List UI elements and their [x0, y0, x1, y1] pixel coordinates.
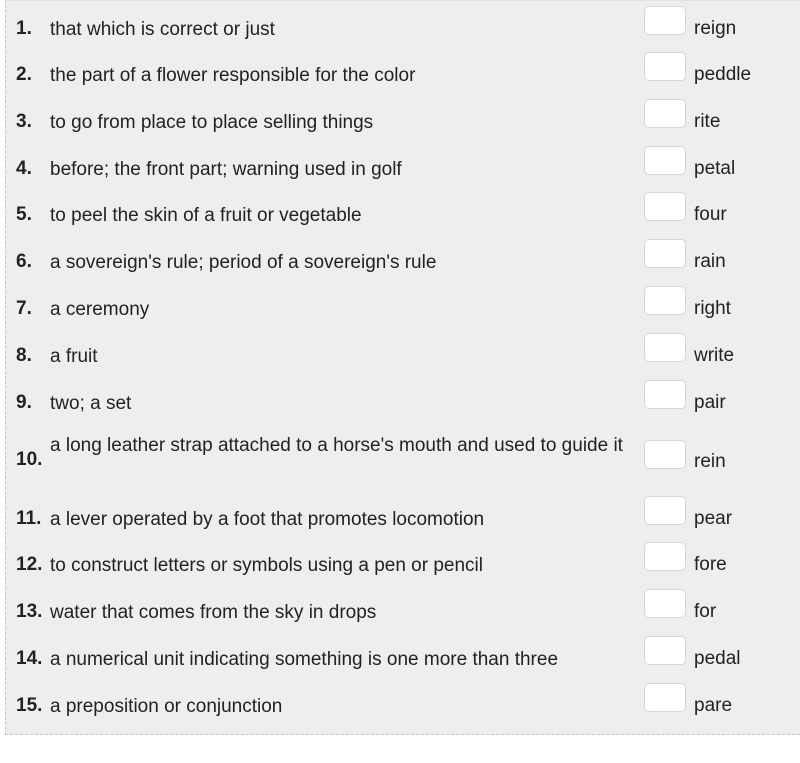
answer-input[interactable]	[644, 6, 686, 35]
item-number: 11.	[16, 508, 42, 529]
match-word: fore	[694, 554, 727, 575]
item-number: 6.	[16, 251, 32, 272]
item-definition: a numerical unit indicating something is…	[50, 649, 559, 670]
item-number: 5.	[16, 204, 32, 225]
answer-input[interactable]	[644, 636, 686, 665]
item-definition: two; a set	[50, 393, 132, 414]
match-word: write	[694, 345, 735, 366]
answer-input[interactable]	[644, 239, 686, 268]
item-definition: a ceremony	[50, 299, 150, 320]
item-number: 10.	[16, 449, 43, 470]
match-word: rein	[694, 451, 726, 472]
item-number: 2.	[16, 64, 32, 85]
item-number: 14.	[16, 648, 43, 669]
item-number: 4.	[16, 158, 32, 179]
answer-input[interactable]	[644, 146, 686, 175]
item-number: 8.	[16, 345, 32, 366]
item-number: 13.	[16, 601, 43, 622]
answer-input[interactable]	[644, 99, 686, 128]
answer-input[interactable]	[644, 52, 686, 81]
item-definition: to peel the skin of a fruit or vegetable	[50, 205, 362, 226]
answer-input[interactable]	[644, 333, 686, 362]
matching-exercise-panel: 1. that which is correct or just reign 2. th…	[5, 0, 800, 735]
match-word: peddle	[694, 64, 752, 85]
item-definition: before; the front part; warning used in …	[50, 159, 402, 180]
item-number: 1.	[16, 18, 32, 39]
item-definition: a sovereign's rule; period of a sovereig…	[50, 252, 437, 273]
item-number: 12.	[16, 554, 43, 575]
answer-input[interactable]	[644, 683, 686, 712]
match-word: petal	[694, 158, 736, 179]
match-word: pare	[694, 695, 733, 716]
item-definition: a fruit	[50, 346, 98, 367]
item-definition: the part of a flower responsible for the…	[50, 65, 416, 86]
match-word: rain	[694, 251, 726, 272]
answer-input[interactable]	[644, 286, 686, 315]
answer-input[interactable]	[644, 496, 686, 525]
item-definition: a long leather strap attached to a horse…	[50, 435, 623, 456]
match-word: pair	[694, 392, 726, 413]
match-word: four	[694, 204, 727, 225]
item-number: 7.	[16, 298, 32, 319]
match-word: for	[694, 601, 717, 622]
item-number: 9.	[16, 392, 32, 413]
answer-input[interactable]	[644, 589, 686, 618]
match-word: rite	[694, 111, 721, 132]
item-number: 15.	[16, 695, 43, 716]
answer-input[interactable]	[644, 542, 686, 571]
item-definition: that which is correct or just	[50, 19, 275, 40]
match-word: reign	[694, 18, 737, 39]
match-word: pear	[694, 508, 733, 529]
item-definition: a preposition or conjunction	[50, 696, 283, 717]
item-number: 3.	[16, 111, 32, 132]
item-definition: to go from place to place selling things	[50, 112, 374, 133]
answer-input[interactable]	[644, 440, 686, 469]
item-definition: water that comes from the sky in drops	[50, 602, 377, 623]
answer-input[interactable]	[644, 380, 686, 409]
match-word: pedal	[694, 648, 741, 669]
answer-input[interactable]	[644, 192, 686, 221]
match-word: right	[694, 298, 731, 319]
item-definition: a lever operated by a foot that promotes…	[50, 509, 485, 530]
item-definition: to construct letters or symbols using a …	[50, 555, 483, 576]
